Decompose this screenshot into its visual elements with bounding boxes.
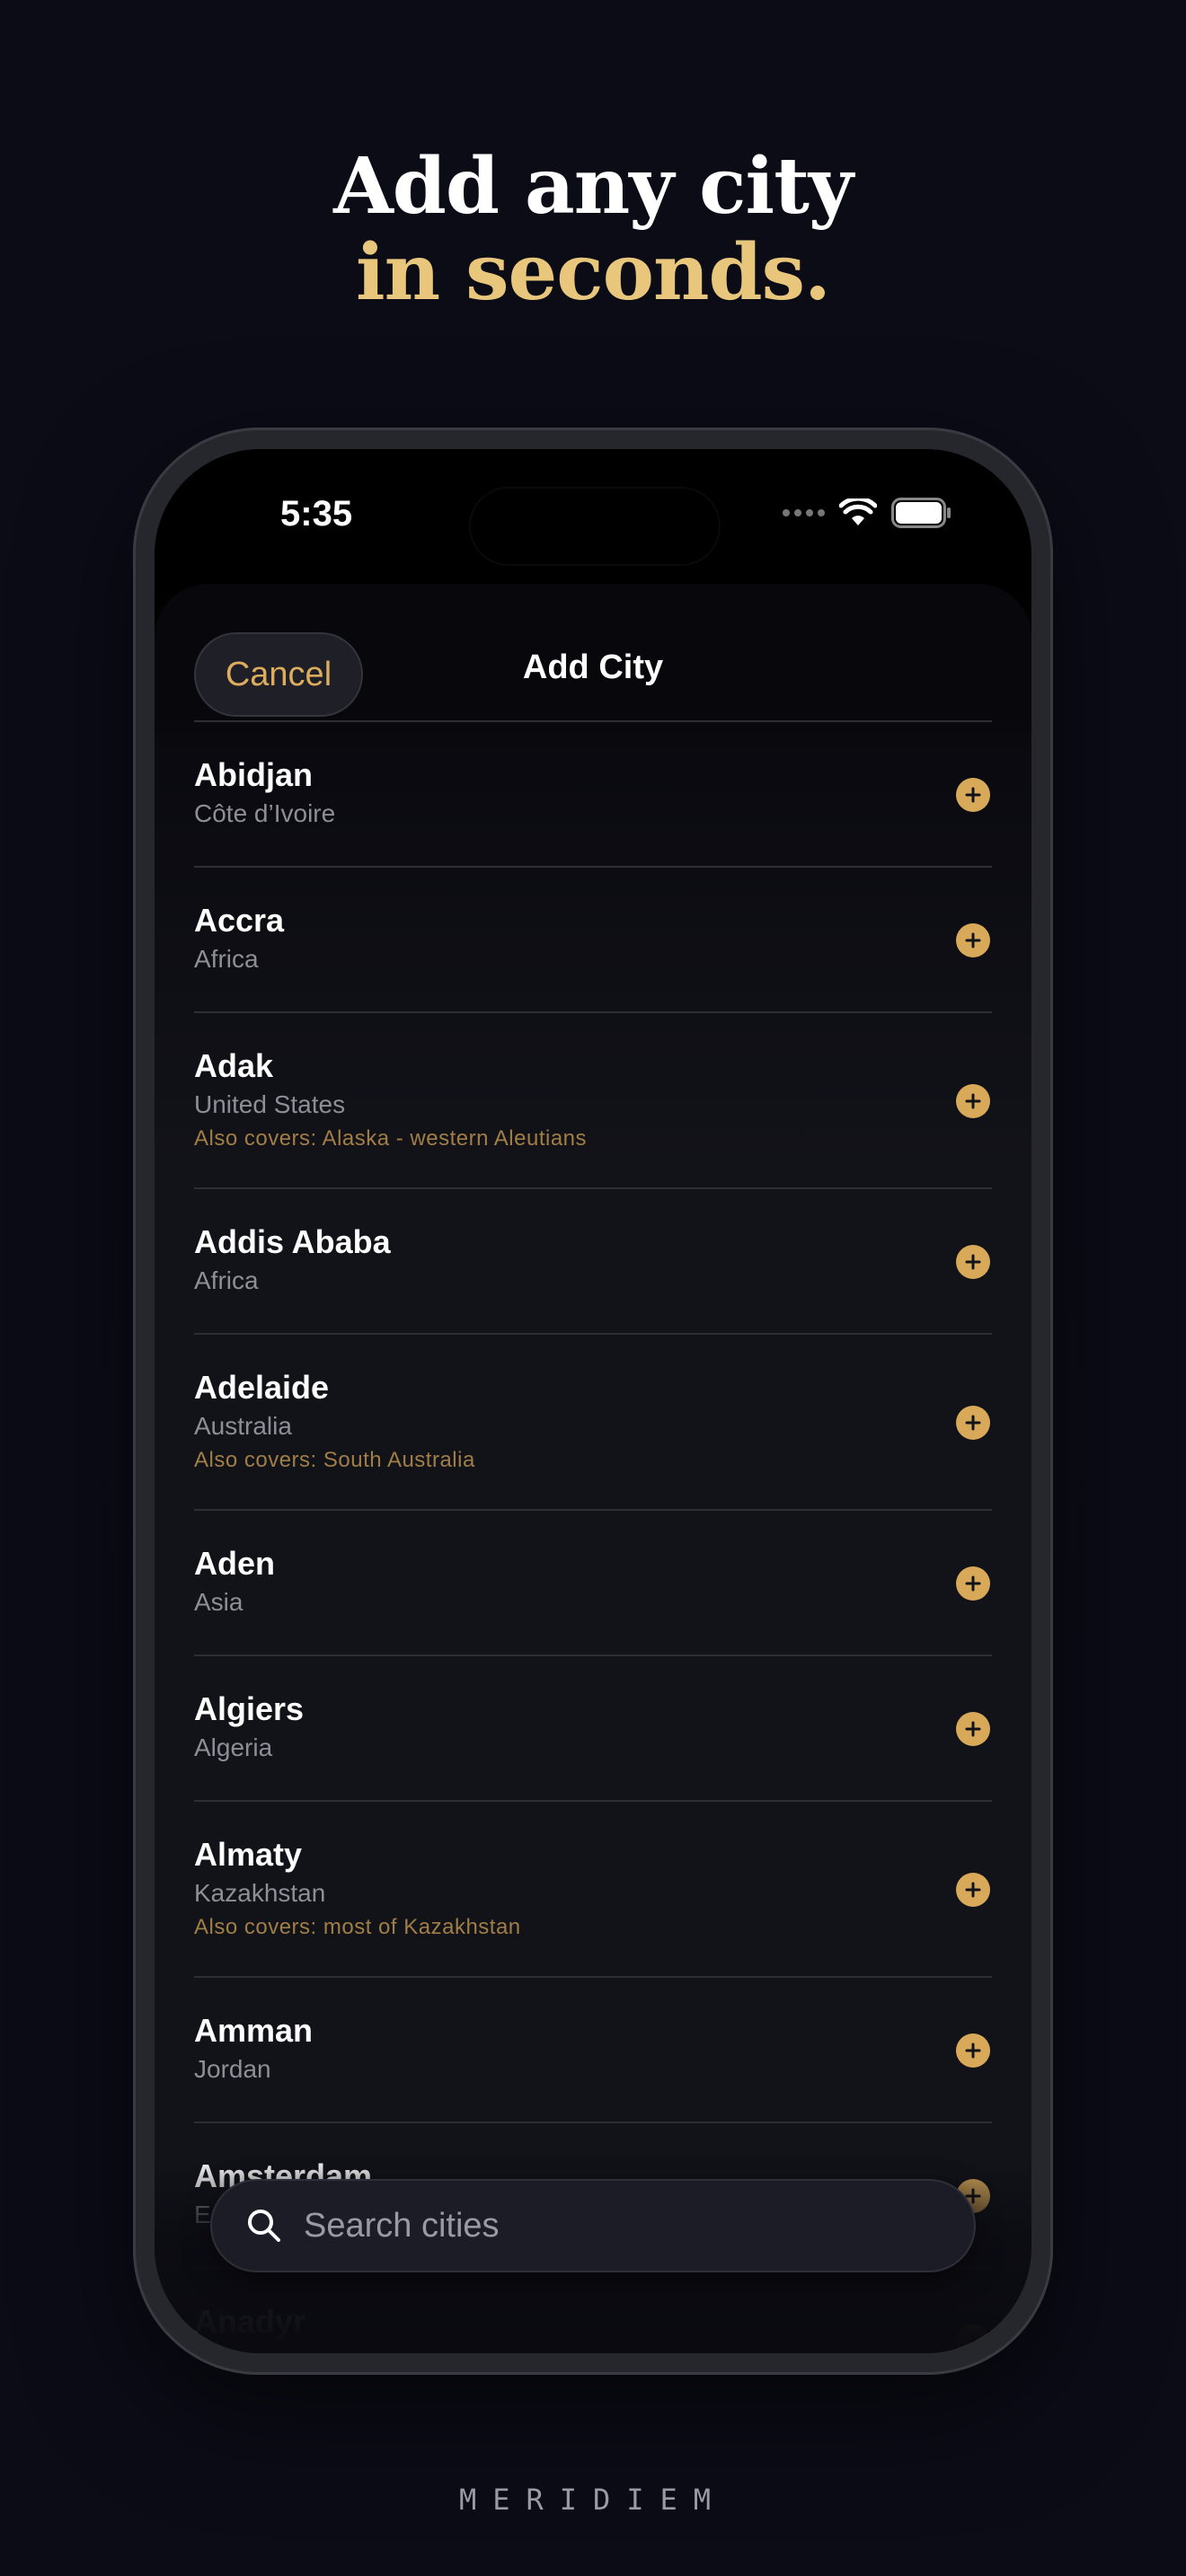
add-city-button[interactable] <box>956 1566 990 1601</box>
add-city-button[interactable] <box>956 1712 990 1746</box>
city-name: Almaty <box>194 1836 303 1873</box>
signal-icon <box>783 509 825 516</box>
city-region: Kazakhstan <box>194 1879 326 1907</box>
headline-line-1: Add any city <box>333 141 854 232</box>
city-name: Amman <box>194 2012 314 2049</box>
add-city-button[interactable] <box>956 1084 990 1118</box>
add-city-button[interactable] <box>956 1245 990 1279</box>
city-region: Algeria <box>194 1734 273 1761</box>
city-region: United States <box>194 1090 346 1118</box>
city-list: Abidjan Côte d’Ivoire Accra Africa Adak Unite… <box>155 720 1031 2353</box>
plus-icon <box>965 1415 981 1431</box>
city-row[interactable]: Accra Africa <box>194 866 992 1011</box>
phone-frame: 5:35 Cancel Add City Abidjan Côte d’Ivoi… <box>133 428 1053 2375</box>
battery-icon <box>891 498 951 528</box>
city-name: Addis Ababa <box>194 1223 391 1260</box>
city-name: Aden <box>194 1545 275 1582</box>
city-covers: Also covers: most of Kazakhstan <box>194 1915 521 1939</box>
add-city-button[interactable] <box>956 1873 990 1907</box>
plus-icon <box>965 1721 981 1737</box>
headline-line-2: in seconds. <box>355 227 831 318</box>
city-row[interactable]: Almaty Kazakhstan Also covers: most of Kaz… <box>194 1800 992 1976</box>
city-region: Australia <box>194 1412 292 1440</box>
plus-icon <box>965 1254 981 1270</box>
status-icons <box>783 498 952 528</box>
city-covers: Also covers: South Australia <box>194 1448 475 1472</box>
nav-bar: Cancel Add City <box>155 584 1031 720</box>
search-icon <box>248 2210 280 2242</box>
wifi-icon <box>839 498 877 525</box>
city-row[interactable]: Abidjan Côte d’Ivoire <box>194 720 992 866</box>
city-region: Africa <box>194 1266 259 1294</box>
city-covers: Also covers: Alaska - western Aleutians <box>194 1126 588 1151</box>
search-placeholder: Search cities <box>304 2206 500 2245</box>
add-city-button[interactable] <box>956 2033 990 2068</box>
add-city-button[interactable] <box>956 1406 990 1440</box>
plus-icon <box>965 787 981 803</box>
plus-icon <box>965 1093 981 1109</box>
city-name: Abidjan <box>194 756 313 793</box>
city-row[interactable]: Adelaide Australia Also covers: South Aust… <box>194 1333 992 1509</box>
headline: Add any city in seconds. <box>0 144 1186 316</box>
search-bar[interactable]: Search cities <box>210 2179 976 2272</box>
status-time: 5:35 <box>280 494 353 534</box>
dynamic-island <box>471 489 719 564</box>
city-region: Africa <box>194 945 259 973</box>
plus-icon <box>965 1882 981 1898</box>
city-name: Adelaide <box>194 1369 330 1406</box>
city-row[interactable]: Addis Ababa Africa <box>194 1187 992 1333</box>
phone-screen: 5:35 Cancel Add City Abidjan Côte d’Ivoi… <box>155 449 1031 2353</box>
city-name: Adak <box>194 1047 274 1084</box>
plus-icon <box>965 2042 981 2059</box>
status-bar: 5:35 <box>155 449 1031 584</box>
city-row[interactable]: Amman Jordan <box>194 1976 992 2122</box>
nav-title: Add City <box>522 648 664 686</box>
city-region: Asia <box>194 1588 243 1616</box>
brand-wordmark: MERIDIEM <box>458 2483 728 2517</box>
city-region: Jordan <box>194 2055 271 2083</box>
add-city-button[interactable] <box>956 923 990 957</box>
city-row[interactable]: Algiers Algeria <box>194 1654 992 1800</box>
plus-icon <box>965 932 981 948</box>
city-name: Algiers <box>194 1690 305 1727</box>
city-row[interactable]: Adak United States Also covers: Alaska - w… <box>194 1011 992 1187</box>
plus-icon <box>965 1575 981 1592</box>
city-region: Côte d’Ivoire <box>194 799 336 827</box>
add-city-button[interactable] <box>956 778 990 812</box>
city-row[interactable]: Aden Asia <box>194 1509 992 1654</box>
city-name: Accra <box>194 902 285 939</box>
